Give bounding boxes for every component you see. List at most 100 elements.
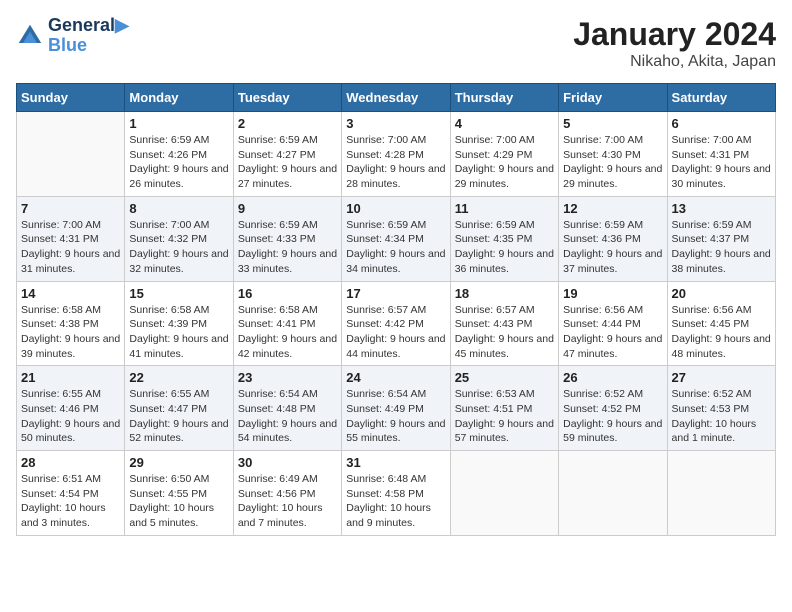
calendar-cell: 9 Sunrise: 6:59 AMSunset: 4:33 PMDaylight… xyxy=(233,196,341,281)
calendar-cell xyxy=(559,451,667,536)
calendar-cell: 12 Sunrise: 6:59 AMSunset: 4:36 PMDayligh… xyxy=(559,196,667,281)
calendar-cell: 29 Sunrise: 6:50 AMSunset: 4:55 PMDayligh… xyxy=(125,451,233,536)
calendar-cell: 30 Sunrise: 6:49 AMSunset: 4:56 PMDayligh… xyxy=(233,451,341,536)
calendar-cell: 17Sunrise: 6:57 AMSunset: 4:42 PMDayligh… xyxy=(342,281,450,366)
day-number: 7 xyxy=(21,201,120,216)
calendar-cell: 31 Sunrise: 6:48 AMSunset: 4:58 PMDayligh… xyxy=(342,451,450,536)
day-detail: Sunrise: 6:55 AMSunset: 4:46 PMDaylight:… xyxy=(21,387,120,446)
calendar-cell: 22Sunrise: 6:55 AMSunset: 4:47 PMDayligh… xyxy=(125,366,233,451)
day-detail: Sunrise: 6:50 AMSunset: 4:55 PMDaylight:… xyxy=(129,472,228,531)
calendar-cell: 7 Sunrise: 7:00 AMSunset: 4:31 PMDaylight… xyxy=(17,196,125,281)
day-detail: Sunrise: 7:00 AMSunset: 4:28 PMDaylight:… xyxy=(346,133,445,192)
calendar-cell: 3Sunrise: 7:00 AMSunset: 4:28 PMDaylight… xyxy=(342,112,450,197)
day-detail: Sunrise: 6:53 AMSunset: 4:51 PMDaylight:… xyxy=(455,387,554,446)
calendar-header-row: SundayMondayTuesdayWednesdayThursdayFrid… xyxy=(17,84,776,112)
day-number: 25 xyxy=(455,370,554,385)
day-detail: Sunrise: 6:48 AMSunset: 4:58 PMDaylight:… xyxy=(346,472,445,531)
calendar-cell: 21 Sunrise: 6:55 AMSunset: 4:46 PMDayligh… xyxy=(17,366,125,451)
day-number: 4 xyxy=(455,116,554,131)
calendar-title: January 2024 xyxy=(573,16,776,53)
calendar-cell: 15 Sunrise: 6:58 AMSunset: 4:39 PMDayligh… xyxy=(125,281,233,366)
calendar-body: 1Sunrise: 6:59 AMSunset: 4:26 PMDaylight… xyxy=(17,112,776,536)
calendar-cell: 8 Sunrise: 7:00 AMSunset: 4:32 PMDaylight… xyxy=(125,196,233,281)
day-number: 10 xyxy=(346,201,445,216)
calendar-cell: 11Sunrise: 6:59 AMSunset: 4:35 PMDayligh… xyxy=(450,196,558,281)
calendar-cell: 6 Sunrise: 7:00 AMSunset: 4:31 PMDaylight… xyxy=(667,112,775,197)
calendar-subtitle: Nikaho, Akita, Japan xyxy=(573,53,776,71)
day-number: 26 xyxy=(563,370,662,385)
header-cell-monday: Monday xyxy=(125,84,233,112)
day-number: 23 xyxy=(238,370,337,385)
day-number: 18 xyxy=(455,286,554,301)
day-number: 13 xyxy=(672,201,771,216)
header-cell-friday: Friday xyxy=(559,84,667,112)
calendar-cell: 14 Sunrise: 6:58 AMSunset: 4:38 PMDayligh… xyxy=(17,281,125,366)
day-number: 12 xyxy=(563,201,662,216)
header-cell-tuesday: Tuesday xyxy=(233,84,341,112)
calendar-cell xyxy=(450,451,558,536)
day-number: 28 xyxy=(21,455,120,470)
day-detail: Sunrise: 6:57 AMSunset: 4:42 PMDaylight:… xyxy=(346,303,445,362)
day-detail: Sunrise: 7:00 AMSunset: 4:30 PMDaylight:… xyxy=(563,133,662,192)
calendar-cell: 18 Sunrise: 6:57 AMSunset: 4:43 PMDayligh… xyxy=(450,281,558,366)
calendar-week-4: 21 Sunrise: 6:55 AMSunset: 4:46 PMDayligh… xyxy=(17,366,776,451)
day-number: 16 xyxy=(238,286,337,301)
day-detail: Sunrise: 6:49 AMSunset: 4:56 PMDaylight:… xyxy=(238,472,337,531)
calendar-cell: 24 Sunrise: 6:54 AMSunset: 4:49 PMDayligh… xyxy=(342,366,450,451)
day-number: 5 xyxy=(563,116,662,131)
day-number: 1 xyxy=(129,116,228,131)
day-detail: Sunrise: 6:58 AMSunset: 4:39 PMDaylight:… xyxy=(129,303,228,362)
day-number: 14 xyxy=(21,286,120,301)
day-detail: Sunrise: 6:59 AMSunset: 4:36 PMDaylight:… xyxy=(563,218,662,277)
day-detail: Sunrise: 6:55 AMSunset: 4:47 PMDaylight:… xyxy=(129,387,228,446)
calendar-cell: 23Sunrise: 6:54 AMSunset: 4:48 PMDayligh… xyxy=(233,366,341,451)
day-number: 31 xyxy=(346,455,445,470)
day-number: 30 xyxy=(238,455,337,470)
calendar-cell: 5 Sunrise: 7:00 AMSunset: 4:30 PMDaylight… xyxy=(559,112,667,197)
logo-text: General▶ Blue xyxy=(48,16,129,56)
day-number: 20 xyxy=(672,286,771,301)
day-number: 27 xyxy=(672,370,771,385)
day-detail: Sunrise: 6:56 AMSunset: 4:44 PMDaylight:… xyxy=(563,303,662,362)
day-detail: Sunrise: 7:00 AMSunset: 4:31 PMDaylight:… xyxy=(672,133,771,192)
calendar-cell: 28Sunrise: 6:51 AMSunset: 4:54 PMDayligh… xyxy=(17,451,125,536)
day-detail: Sunrise: 6:57 AMSunset: 4:43 PMDaylight:… xyxy=(455,303,554,362)
day-number: 11 xyxy=(455,201,554,216)
calendar-cell: 19 Sunrise: 6:56 AMSunset: 4:44 PMDayligh… xyxy=(559,281,667,366)
day-detail: Sunrise: 6:58 AMSunset: 4:41 PMDaylight:… xyxy=(238,303,337,362)
day-number: 19 xyxy=(563,286,662,301)
header-cell-thursday: Thursday xyxy=(450,84,558,112)
calendar-week-5: 28Sunrise: 6:51 AMSunset: 4:54 PMDayligh… xyxy=(17,451,776,536)
calendar-table: SundayMondayTuesdayWednesdayThursdayFrid… xyxy=(16,83,776,536)
day-detail: Sunrise: 6:58 AMSunset: 4:38 PMDaylight:… xyxy=(21,303,120,362)
calendar-week-1: 1Sunrise: 6:59 AMSunset: 4:26 PMDaylight… xyxy=(17,112,776,197)
day-detail: Sunrise: 6:59 AMSunset: 4:33 PMDaylight:… xyxy=(238,218,337,277)
day-detail: Sunrise: 6:54 AMSunset: 4:49 PMDaylight:… xyxy=(346,387,445,446)
calendar-cell: 13 Sunrise: 6:59 AMSunset: 4:37 PMDayligh… xyxy=(667,196,775,281)
day-detail: Sunrise: 6:52 AMSunset: 4:53 PMDaylight:… xyxy=(672,387,771,446)
calendar-cell: 27 Sunrise: 6:52 AMSunset: 4:53 PMDayligh… xyxy=(667,366,775,451)
header-cell-wednesday: Wednesday xyxy=(342,84,450,112)
day-detail: Sunrise: 6:59 AMSunset: 4:37 PMDaylight:… xyxy=(672,218,771,277)
day-detail: Sunrise: 7:00 AMSunset: 4:32 PMDaylight:… xyxy=(129,218,228,277)
day-detail: Sunrise: 6:59 AMSunset: 4:27 PMDaylight:… xyxy=(238,133,337,192)
calendar-week-2: 7 Sunrise: 7:00 AMSunset: 4:31 PMDaylight… xyxy=(17,196,776,281)
day-detail: Sunrise: 7:00 AMSunset: 4:29 PMDaylight:… xyxy=(455,133,554,192)
day-detail: Sunrise: 6:56 AMSunset: 4:45 PMDaylight:… xyxy=(672,303,771,362)
header-cell-sunday: Sunday xyxy=(17,84,125,112)
day-number: 24 xyxy=(346,370,445,385)
calendar-cell xyxy=(17,112,125,197)
page-header: General▶ Blue January 2024 Nikaho, Akita… xyxy=(16,16,776,71)
calendar-cell: 25 Sunrise: 6:53 AMSunset: 4:51 PMDayligh… xyxy=(450,366,558,451)
day-number: 21 xyxy=(21,370,120,385)
day-number: 29 xyxy=(129,455,228,470)
day-number: 8 xyxy=(129,201,228,216)
calendar-cell: 4 Sunrise: 7:00 AMSunset: 4:29 PMDaylight… xyxy=(450,112,558,197)
day-detail: Sunrise: 7:00 AMSunset: 4:31 PMDaylight:… xyxy=(21,218,120,277)
day-number: 15 xyxy=(129,286,228,301)
calendar-cell: 1Sunrise: 6:59 AMSunset: 4:26 PMDaylight… xyxy=(125,112,233,197)
title-block: January 2024 Nikaho, Akita, Japan xyxy=(573,16,776,71)
day-number: 6 xyxy=(672,116,771,131)
day-number: 9 xyxy=(238,201,337,216)
calendar-cell xyxy=(667,451,775,536)
